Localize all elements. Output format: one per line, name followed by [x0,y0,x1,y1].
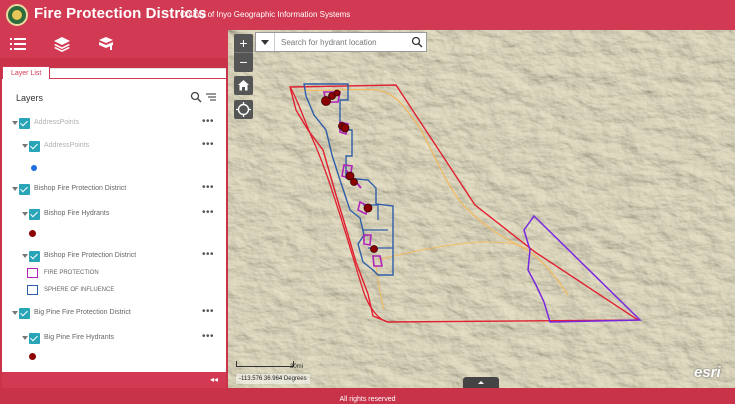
layer-label: AddressPoints [34,119,80,126]
county-seal-icon [6,4,28,26]
expand-caret-icon[interactable] [22,144,28,148]
layer-list-panel: Layers AddressPoints ••• AddressPoints •… [2,68,226,372]
layer-visibility-checkbox[interactable] [29,141,40,152]
expand-caret-icon[interactable] [12,311,18,315]
sphere-of-influence-symbol [27,285,38,295]
search-icon[interactable] [190,91,202,103]
search-widget [255,32,427,52]
layer-label: Big Pine Fire Hydrants [44,334,115,341]
map-canvas[interactable] [228,30,735,388]
layers-icon[interactable] [53,35,71,53]
tab-layer-list[interactable]: Layer List [2,66,51,79]
home-button[interactable] [234,76,253,95]
locate-icon [236,102,251,117]
layer-visibility-checkbox[interactable] [29,333,40,344]
layer-label: AddressPoints [44,142,90,149]
filter-icon[interactable] [205,91,217,103]
address-point-symbol [31,165,37,171]
layer-row-addresspoints-sub[interactable]: AddressPoints ••• [2,139,226,155]
layer-label: Big Pine Fire Protection District [34,309,131,316]
coordinate-readout: -113.576 36.964 Degrees [236,374,310,384]
layer-visibility-checkbox[interactable] [19,308,30,319]
layer-options-button[interactable]: ••• [202,207,214,218]
layer-visibility-checkbox[interactable] [19,184,30,195]
layer-options-button[interactable]: ••• [202,182,214,193]
layer-options-button[interactable]: ••• [202,116,214,127]
layer-row-bishop-hydrants[interactable]: Bishop Fire Hydrants ••• [2,207,226,223]
layer-options-button[interactable]: ••• [202,331,214,342]
fire-protection-label: FIRE PROTECTION [44,270,99,276]
search-source-dropdown[interactable] [256,33,275,51]
expand-caret-icon[interactable] [12,187,18,191]
scale-bar [236,361,294,367]
scale-label: 30mi [290,364,304,370]
hydrant-symbol [29,230,36,237]
layer-label: Bishop Fire Hydrants [44,210,110,217]
home-icon [238,80,249,91]
expand-caret-icon[interactable] [22,336,28,340]
map-view[interactable]: + − 30mi -113.576 36.964 Degrees esri [228,30,735,388]
fire-protection-symbol [27,268,38,278]
zoom-control: + − [234,34,253,72]
layer-visibility-checkbox[interactable] [29,209,40,220]
esri-logo: esri [694,364,721,381]
footer-text: All rights reserved [339,396,396,403]
locate-button[interactable] [234,100,253,119]
zoom-in-button[interactable]: + [234,34,253,53]
widget-toolbar [0,30,228,58]
search-icon[interactable] [411,36,423,48]
layer-visibility-checkbox[interactable] [19,118,30,129]
hydrant-symbol [29,353,36,360]
expand-caret-icon[interactable] [22,254,28,258]
layers-heading: Layers [16,93,44,103]
layer-options-button[interactable]: ••• [202,139,214,150]
footer: All rights reserved [0,388,735,404]
collapse-panel-button[interactable]: ◂◂ [210,375,218,384]
app-header: Fire Protection Districts County of Inyo… [0,0,735,30]
legend-list-icon[interactable] [9,35,27,53]
app-subtitle: County of Inyo Geographic Information Sy… [180,10,351,19]
layer-row-addresspoints[interactable]: AddressPoints ••• [2,116,226,132]
attribute-table-toggle[interactable] [463,377,499,388]
panel-collapse-bar: ◂◂ [2,372,226,388]
sphere-of-influence-label: SPHERE OF INFLUENCE [44,287,115,293]
layer-options-button[interactable]: ••• [202,306,214,317]
layer-label: Bishop Fire Protection District [34,185,127,192]
layer-label: Bishop Fire Protection District [44,252,137,259]
zoom-out-button[interactable]: − [234,53,253,72]
layer-visibility-checkbox[interactable] [29,251,40,262]
layer-row-bishop-district-group[interactable]: Bishop Fire Protection District ••• [2,182,226,198]
expand-caret-icon[interactable] [12,121,18,125]
layer-row-bigpine-hydrants[interactable]: Big Pine Fire Hydrants ••• [2,331,226,347]
hydrant-search-input[interactable] [281,34,409,50]
expand-caret-icon[interactable] [22,212,28,216]
layer-options-button[interactable]: ••• [202,249,214,260]
layer-row-bigpine-district-group[interactable]: Big Pine Fire Protection District ••• [2,306,226,322]
layer-row-bishop-district[interactable]: Bishop Fire Protection District ••• [2,249,226,265]
basemap-gallery-icon[interactable] [97,35,115,53]
